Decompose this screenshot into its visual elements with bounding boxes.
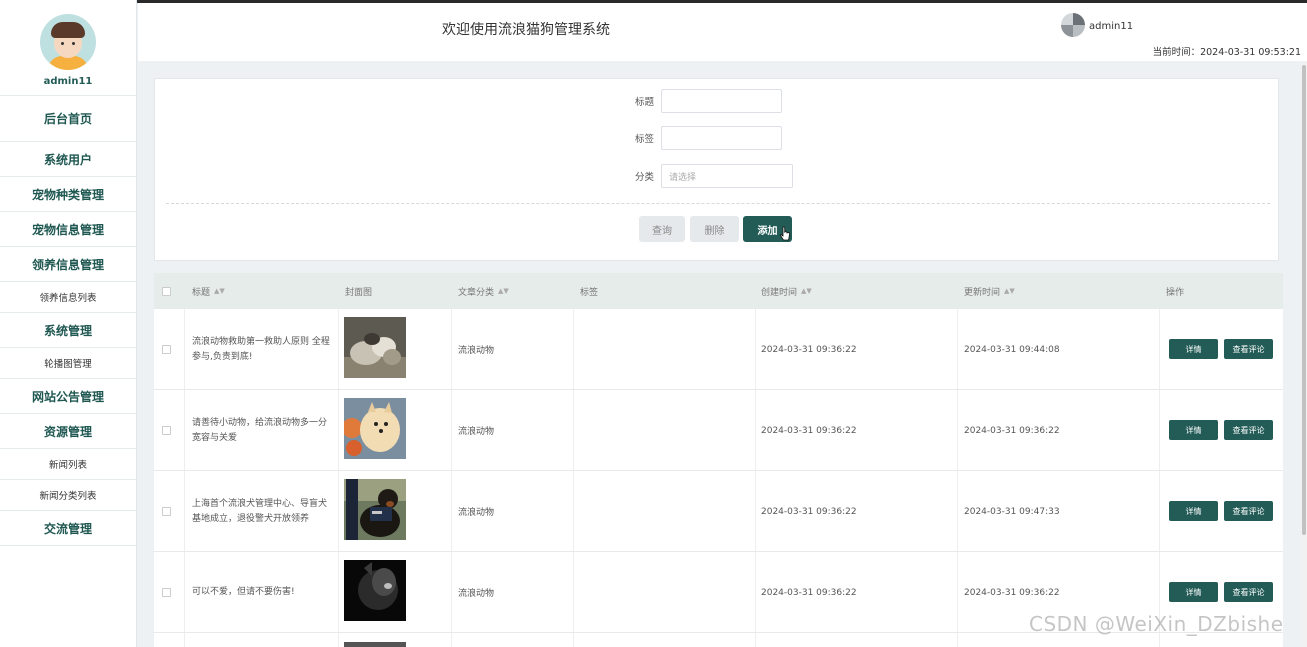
sidebar-item[interactable]: 资源管理 bbox=[0, 414, 136, 449]
user-avatar-icon[interactable] bbox=[1061, 13, 1085, 37]
column-cover: 封面图 bbox=[345, 287, 373, 298]
table-row: 请善待小动物，给流浪动物多一分宽容与关爱 流浪动物 2024-03-31 09:36… bbox=[154, 390, 1283, 471]
sidebar-item[interactable]: 网站公告管理 bbox=[0, 379, 136, 414]
category-filter: 分类 请选择 bbox=[628, 164, 793, 188]
row-title: 请善待小动物，给流浪动物多一分宽容与关爱 bbox=[192, 417, 328, 443]
header-username[interactable]: admin11 bbox=[1089, 21, 1133, 32]
select-all-checkbox[interactable] bbox=[162, 273, 171, 309]
row-updated-time: 2024-03-31 09:36:22 bbox=[964, 425, 1060, 436]
sidebar-username: admin11 bbox=[43, 76, 93, 87]
category-select[interactable]: 请选择 bbox=[661, 164, 793, 188]
sidebar-item[interactable]: 后台首页 bbox=[0, 96, 136, 142]
table-row: 流浪动物救助第一救助人原则 全程参与,负责到底! 流浪动物 2024-03-31 0… bbox=[154, 309, 1283, 390]
view-comments-button[interactable]: 查看评论 bbox=[1224, 501, 1273, 521]
search-panel: 标题 标签 分类 请选择 查询 删除 添加 bbox=[154, 78, 1279, 261]
row-title: 可以不爱，但请不要伤害! bbox=[192, 587, 295, 597]
column-created[interactable]: 创建时间 ▲▼ bbox=[761, 273, 812, 309]
row-checkbox[interactable] bbox=[162, 471, 171, 552]
row-title: 上海首个流浪犬管理中心、导盲犬基地成立，退役警犬开放领养 bbox=[192, 498, 328, 524]
row-checkbox[interactable] bbox=[162, 552, 171, 633]
avatar[interactable] bbox=[40, 14, 96, 70]
view-comments-button[interactable]: 查看评论 bbox=[1224, 339, 1273, 359]
tag-label: 标签 bbox=[634, 134, 654, 145]
view-comments-button[interactable]: 查看评论 bbox=[1224, 420, 1273, 440]
column-updated[interactable]: 更新时间 ▲▼ bbox=[964, 273, 1015, 309]
page-title: 欢迎使用流浪猫狗管理系统 bbox=[442, 22, 610, 38]
row-checkbox[interactable] bbox=[162, 309, 171, 390]
delete-button[interactable]: 删除 bbox=[690, 216, 739, 242]
category-label: 分类 bbox=[634, 172, 654, 183]
detail-button[interactable]: 详情 bbox=[1169, 582, 1218, 602]
detail-button[interactable]: 详情 bbox=[1169, 420, 1218, 440]
row-updated-time: 2024-03-31 09:44:08 bbox=[964, 344, 1060, 355]
row-category: 流浪动物 bbox=[458, 589, 495, 599]
sidebar-item[interactable]: 交流管理 bbox=[0, 511, 136, 546]
column-actions: 操作 bbox=[1166, 287, 1185, 298]
article-table: 标题 ▲▼ 封面图 文章分类 ▲▼ 标签 创建时间 ▲▼ 更新时间 ▲▼ 操作 流浪动物… bbox=[154, 273, 1283, 647]
sidebar-item[interactable]: 领养信息管理 bbox=[0, 247, 136, 282]
tag-input[interactable] bbox=[661, 126, 782, 150]
cover-image bbox=[344, 560, 406, 621]
cover-image bbox=[344, 479, 406, 540]
pointer-cursor-icon bbox=[780, 226, 790, 241]
sort-icon: ▲▼ bbox=[1004, 287, 1015, 295]
view-comments-button[interactable]: 查看评论 bbox=[1224, 582, 1273, 602]
row-updated-time: 2024-03-31 09:47:33 bbox=[964, 506, 1060, 517]
title-label: 标题 bbox=[634, 97, 654, 108]
cover-image bbox=[344, 642, 406, 647]
title-input[interactable] bbox=[661, 89, 782, 113]
row-created-time: 2024-03-31 09:36:22 bbox=[761, 425, 857, 436]
table-row: 上海首个流浪犬管理中心、导盲犬基地成立，退役警犬开放领养 流浪动物 2024-03-… bbox=[154, 471, 1283, 552]
sidebar-item[interactable]: 宠物种类管理 bbox=[0, 177, 136, 212]
title-filter: 标题 bbox=[628, 89, 782, 113]
cover-image bbox=[344, 317, 406, 378]
detail-button[interactable]: 详情 bbox=[1169, 501, 1218, 521]
row-checkbox[interactable] bbox=[162, 390, 171, 471]
cover-image bbox=[342, 398, 406, 459]
sidebar-menu: 后台首页 系统用户 宠物种类管理 宠物信息管理 领养信息管理 领养信息列表 系统管理 轮播图管… bbox=[0, 96, 136, 546]
row-category: 流浪动物 bbox=[458, 427, 495, 437]
tag-filter: 标签 bbox=[628, 126, 782, 150]
query-button[interactable]: 查询 bbox=[639, 216, 685, 242]
column-category[interactable]: 文章分类 ▲▼ bbox=[458, 273, 509, 309]
row-title: 流浪动物救助第一救助人原则 全程参与,负责到底! bbox=[192, 336, 330, 362]
sidebar-subitem[interactable]: 新闻分类列表 bbox=[0, 480, 136, 511]
sidebar-item[interactable]: 系统用户 bbox=[0, 142, 136, 177]
row-created-time: 2024-03-31 09:36:22 bbox=[761, 344, 857, 355]
sort-icon: ▲▼ bbox=[498, 287, 509, 295]
column-tag: 标签 bbox=[580, 287, 599, 298]
row-created-time: 2024-03-31 09:36:22 bbox=[761, 587, 857, 598]
row-category: 流浪动物 bbox=[458, 346, 495, 356]
sidebar-subitem[interactable]: 轮播图管理 bbox=[0, 348, 136, 379]
scrollbar-thumb[interactable] bbox=[1302, 65, 1306, 535]
sidebar-item[interactable]: 宠物信息管理 bbox=[0, 212, 136, 247]
column-title[interactable]: 标题 ▲▼ bbox=[192, 273, 225, 309]
sort-icon: ▲▼ bbox=[801, 287, 812, 295]
table-header: 标题 ▲▼ 封面图 文章分类 ▲▼ 标签 创建时间 ▲▼ 更新时间 ▲▼ 操作 bbox=[154, 273, 1283, 309]
sidebar-subitem[interactable]: 新闻列表 bbox=[0, 449, 136, 480]
sort-icon: ▲▼ bbox=[214, 287, 225, 295]
watermark: CSDN @WeiXin_DZbishe bbox=[1029, 612, 1284, 636]
sidebar-profile: admin11 bbox=[0, 0, 136, 96]
header: 欢迎使用流浪猫狗管理系统 admin11 当前时间：2024-03-31 09:… bbox=[138, 3, 1307, 61]
row-category: 流浪动物 bbox=[458, 508, 495, 518]
sidebar-item[interactable]: 系统管理 bbox=[0, 313, 136, 348]
divider bbox=[166, 203, 1270, 204]
current-time: 当前时间：2024-03-31 09:53:21 bbox=[1152, 47, 1301, 58]
detail-button[interactable]: 详情 bbox=[1169, 339, 1218, 359]
page-scrollbar[interactable] bbox=[1301, 61, 1307, 647]
row-created-time: 2024-03-31 09:36:22 bbox=[761, 506, 857, 517]
sidebar-subitem[interactable]: 领养信息列表 bbox=[0, 282, 136, 313]
sidebar: admin11 后台首页 系统用户 宠物种类管理 宠物信息管理 领养信息管理 领养信息列表… bbox=[0, 0, 137, 647]
